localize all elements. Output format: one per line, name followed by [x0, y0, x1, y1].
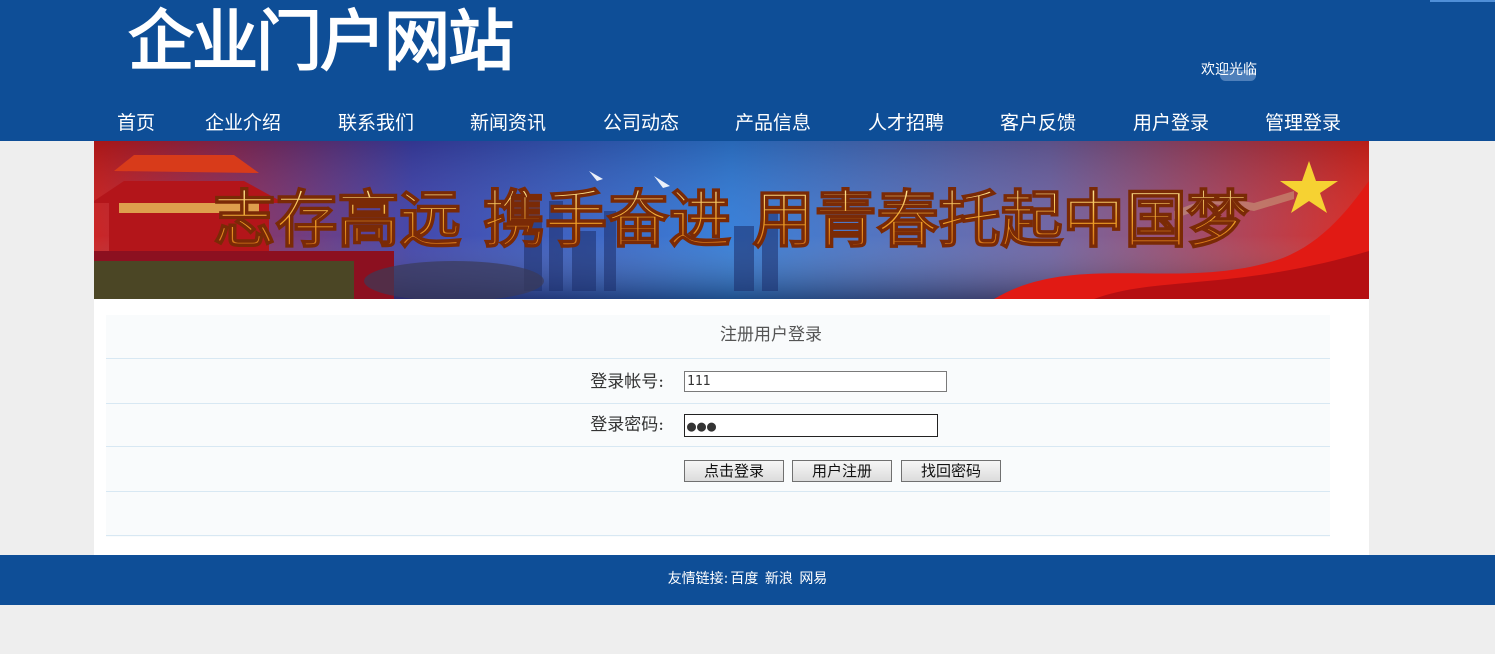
site-title-logo[interactable]: 企业门户网站: [128, 2, 514, 82]
link-sina[interactable]: 新浪: [765, 571, 793, 587]
form-title-wrap: 注册用户登录: [106, 323, 1436, 347]
link-netease[interactable]: 网易: [799, 571, 827, 587]
row-divider: [106, 446, 1330, 447]
password-label: 登录密码:: [590, 415, 664, 435]
row-divider: [106, 403, 1330, 404]
site-footer: 友情链接: 百度 新浪 网易: [0, 555, 1495, 605]
recover-password-button[interactable]: 找回密码: [901, 460, 1001, 482]
password-input[interactable]: [684, 414, 938, 437]
welcome-text: 欢迎光临: [1201, 62, 1257, 78]
row-divider: [106, 491, 1330, 492]
main-content: 注册用户登录 登录帐号: 登录密码: 点击登录 用户注册 找回密码: [94, 299, 1369, 555]
nav-item-user-login[interactable]: 用户登录: [1133, 107, 1209, 139]
nav-item-home[interactable]: 首页: [117, 107, 155, 139]
link-baidu[interactable]: 百度: [730, 571, 758, 587]
nav-item-careers[interactable]: 人才招聘: [868, 107, 944, 139]
register-button[interactable]: 用户注册: [792, 460, 892, 482]
main-nav: 首页 企业介绍 联系我们 新闻资讯 公司动态 产品信息 人才招聘 客户反馈 用户…: [0, 107, 1495, 139]
row-divider: [106, 535, 1330, 536]
friend-links: 友情链接: 百度 新浪 网易: [0, 569, 1495, 589]
nav-item-company-updates[interactable]: 公司动态: [603, 107, 679, 139]
top-accent-bar: [1430, 0, 1495, 2]
account-input[interactable]: [684, 371, 947, 392]
nav-item-news[interactable]: 新闻资讯: [470, 107, 546, 139]
nav-item-products[interactable]: 产品信息: [735, 107, 811, 139]
nav-item-contact[interactable]: 联系我们: [338, 107, 414, 139]
login-form-panel: 注册用户登录 登录帐号: 登录密码: 点击登录 用户注册 找回密码: [106, 315, 1330, 537]
row-divider: [106, 358, 1330, 359]
nav-item-feedback[interactable]: 客户反馈: [1000, 107, 1076, 139]
login-form-title: 注册用户登录: [720, 325, 822, 345]
banner-slogan: 志存高远 携手奋进 用青春托起中国梦: [213, 183, 1248, 256]
nav-item-about[interactable]: 企业介绍: [205, 107, 281, 139]
friend-links-label: 友情链接:: [667, 571, 729, 587]
site-header: 企业门户网站 欢迎光临 首页 企业介绍 联系我们 新闻资讯 公司动态 产品信息 …: [0, 0, 1495, 141]
login-button[interactable]: 点击登录: [684, 460, 784, 482]
banner-image: 志存高远 携手奋进 用青春托起中国梦: [94, 141, 1369, 299]
nav-item-admin-login[interactable]: 管理登录: [1265, 107, 1341, 139]
account-label: 登录帐号:: [590, 372, 664, 392]
